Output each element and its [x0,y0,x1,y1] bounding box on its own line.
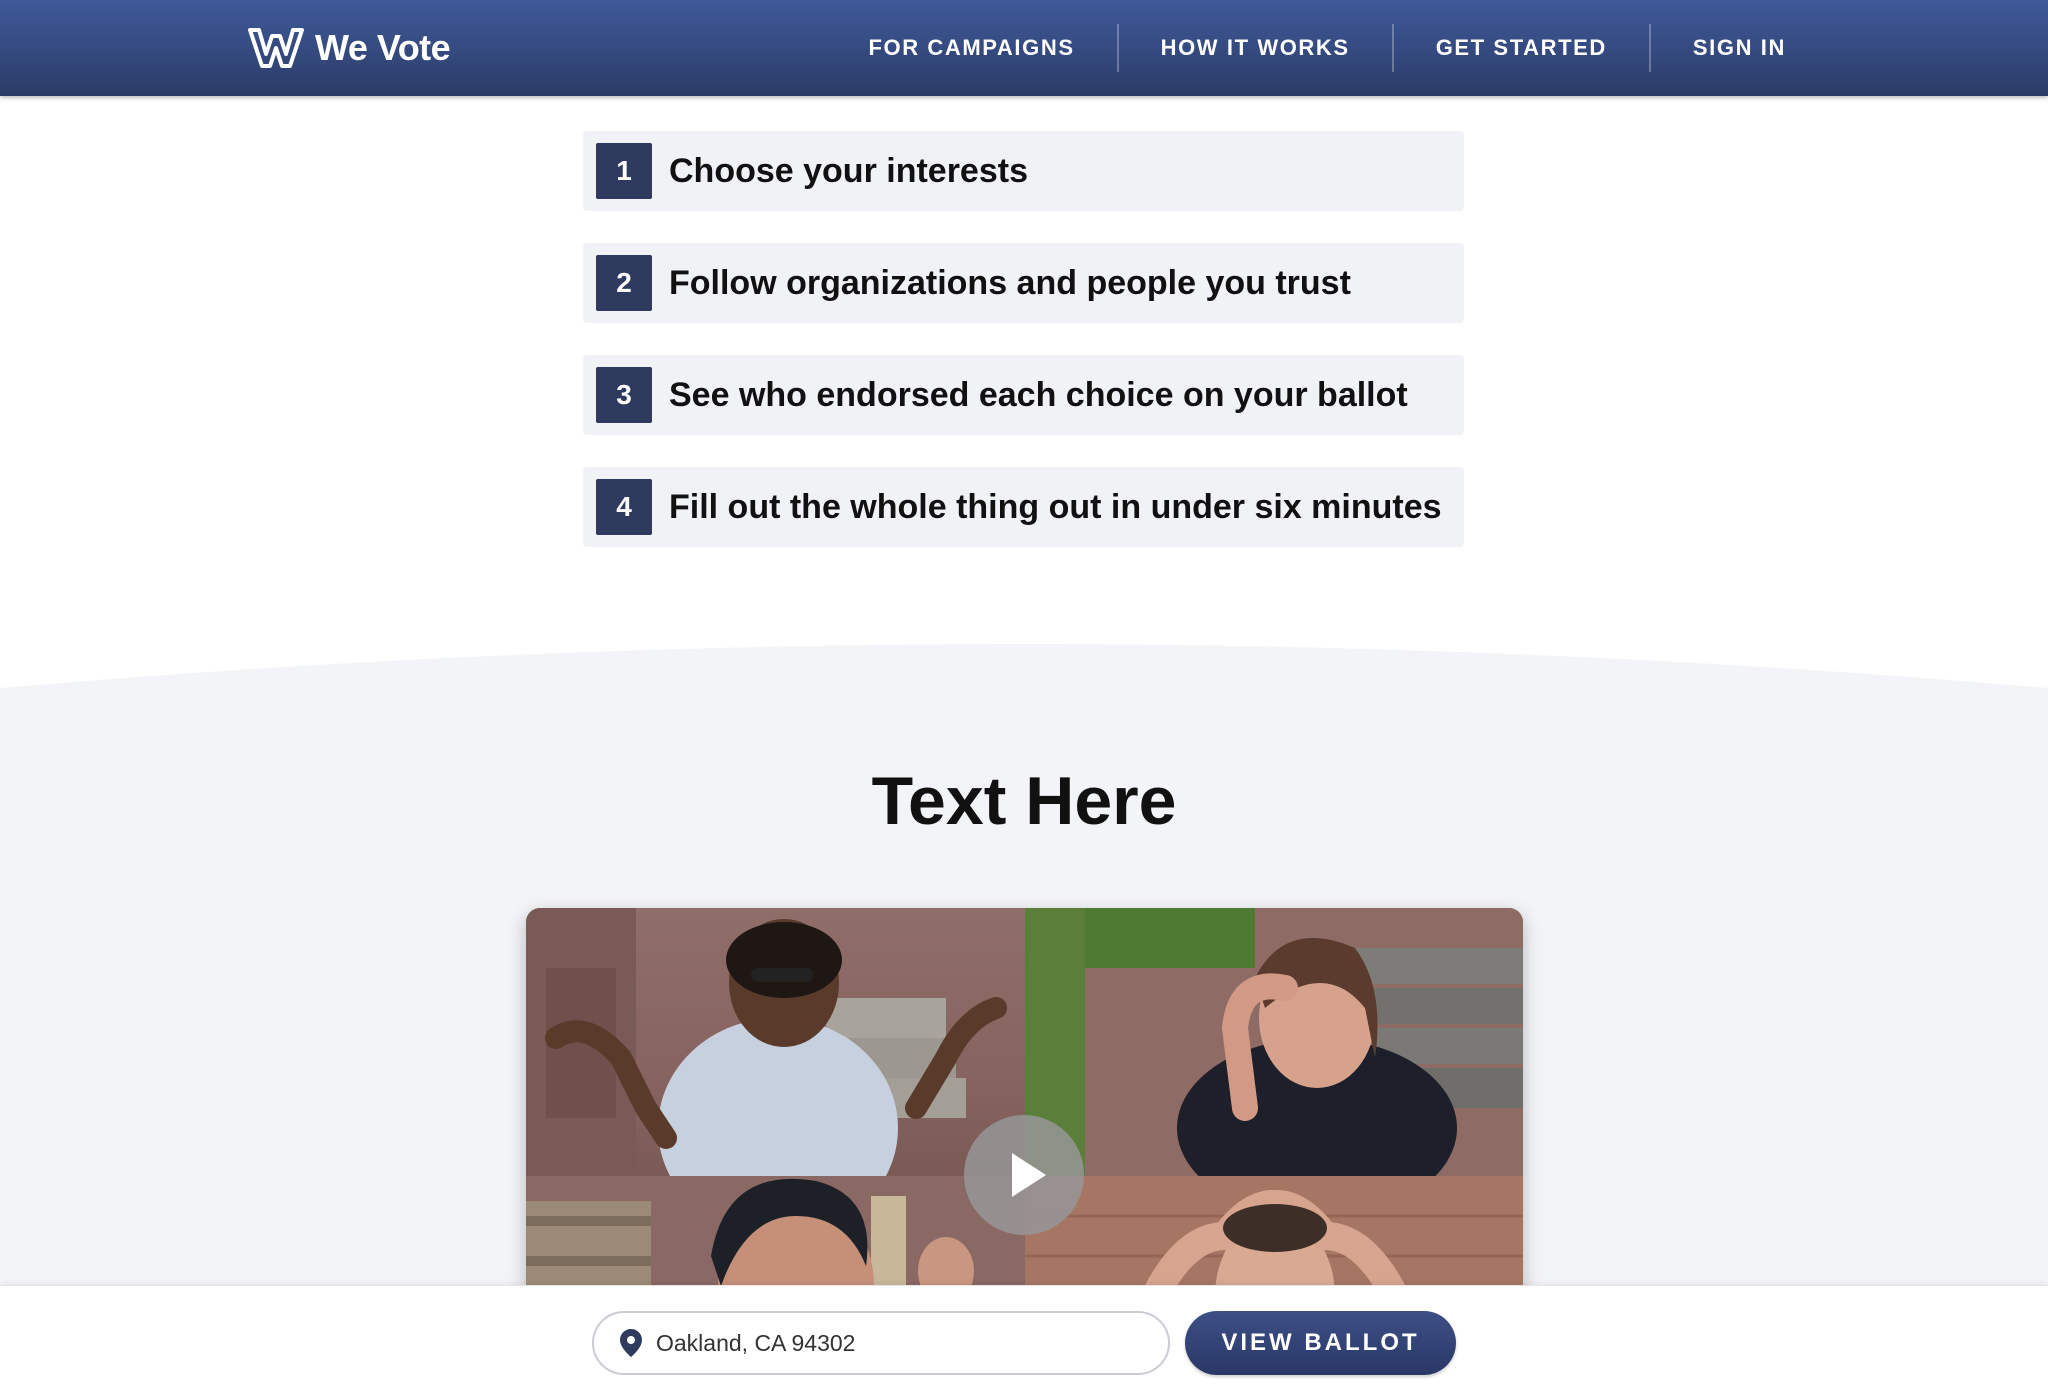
top-navigation-bar: We Vote FOR CAMPAIGNS HOW IT WORKS GET S… [0,0,2048,96]
step-item: 2 Follow organizations and people you tr… [583,243,1464,323]
brand-logo-link[interactable]: We Vote [247,26,451,70]
section-title: Text Here [871,763,1177,839]
main-nav: FOR CAMPAIGNS HOW IT WORKS GET STARTED S… [826,0,1828,96]
step-text: Choose your interests [669,151,1028,190]
nav-sign-in[interactable]: SIGN IN [1651,24,1828,72]
play-icon[interactable] [964,1115,1084,1235]
section-curve-divider [0,640,2048,688]
step-number-badge: 1 [596,143,652,199]
step-item: 1 Choose your interests [583,131,1464,211]
nav-how-it-works[interactable]: HOW IT WORKS [1119,24,1392,72]
step-text: Fill out the whole thing out in under si… [669,487,1442,526]
step-number-badge: 2 [596,255,652,311]
map-pin-icon [620,1329,642,1357]
address-input[interactable] [656,1329,1136,1357]
step-number-badge: 4 [596,479,652,535]
step-number-badge: 3 [596,367,652,423]
step-text: Follow organizations and people you trus… [669,263,1351,302]
video-thumbnail-woman-worried [1025,908,1523,1176]
video-thumbnail-man-shrugging [526,908,1025,1176]
step-item: 3 See who endorsed each choice on your b… [583,355,1464,435]
nav-get-started[interactable]: GET STARTED [1394,24,1649,72]
ballot-address-bar: VIEW BALLOT [0,1285,2048,1398]
step-text: See who endorsed each choice on your bal… [669,375,1408,414]
view-ballot-button[interactable]: VIEW BALLOT [1185,1311,1456,1375]
how-it-works-steps: 1 Choose your interests 2 Follow organiz… [583,131,1464,579]
step-item: 4 Fill out the whole thing out in under … [583,467,1464,547]
we-vote-logo-icon [248,28,304,68]
nav-for-campaigns[interactable]: FOR CAMPAIGNS [826,24,1116,72]
address-field[interactable] [592,1311,1170,1375]
brand-name: We Vote [315,27,451,68]
